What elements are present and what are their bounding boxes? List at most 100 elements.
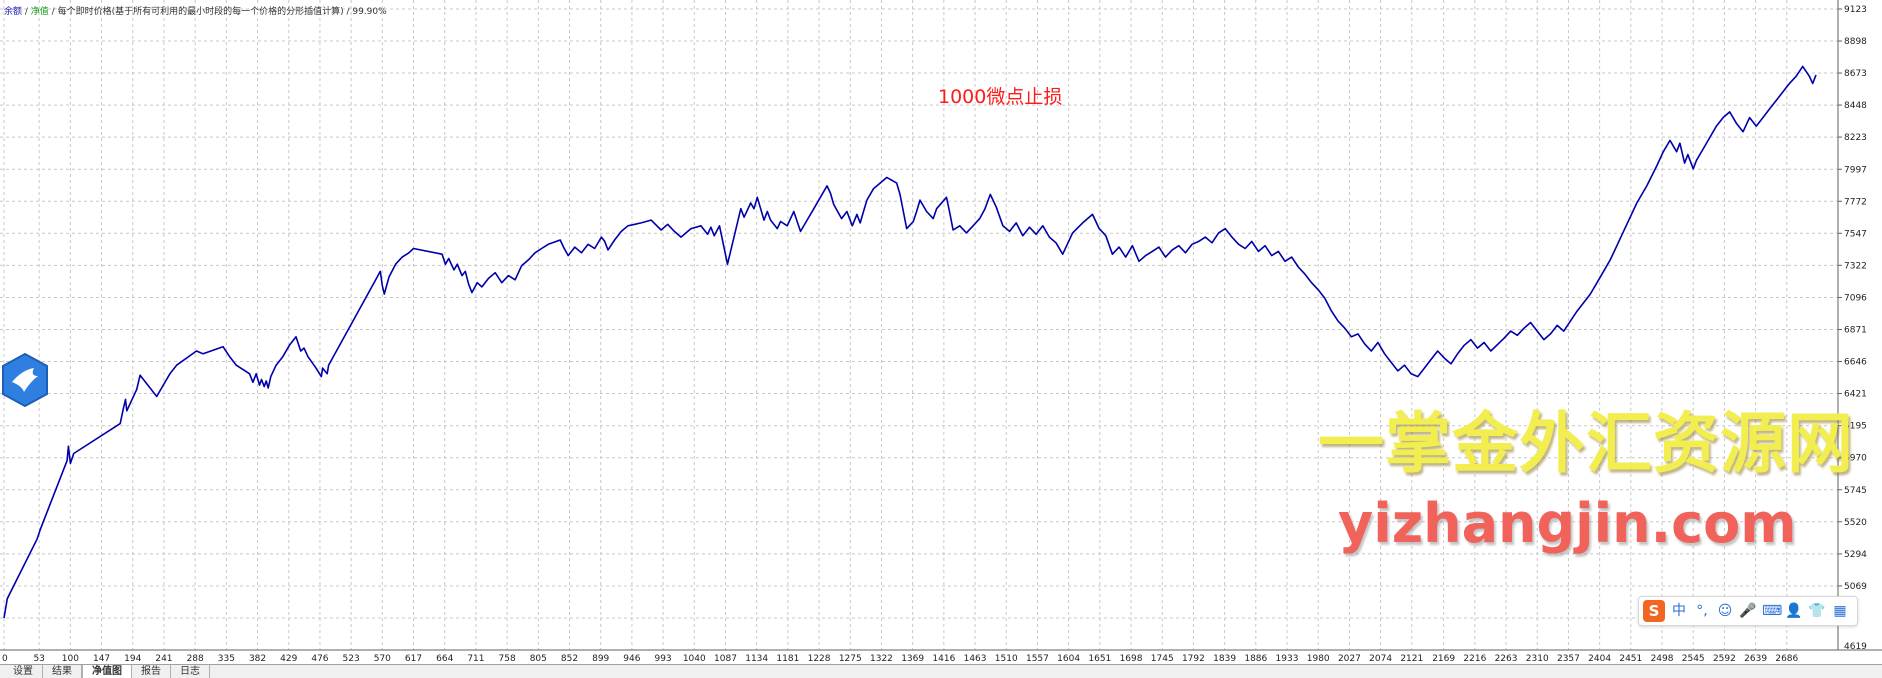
y-tick-label: 7096 — [1844, 293, 1867, 303]
y-tick-label: 5069 — [1844, 582, 1867, 592]
header-sep-2: / — [48, 7, 58, 17]
x-tick-label: 2592 — [1713, 654, 1736, 664]
modeling-quality: 99.90% — [352, 7, 387, 17]
x-tick-label: 1933 — [1276, 654, 1299, 664]
x-tick-label: 805 — [530, 654, 547, 664]
y-tick-label: 7997 — [1844, 165, 1867, 175]
x-tick-label: 1040 — [683, 654, 706, 664]
microphone-icon[interactable]: 🎤 — [1739, 600, 1757, 622]
x-tick-label: 664 — [436, 654, 453, 664]
tab-settings[interactable]: 设置 — [4, 665, 43, 678]
x-tick-label: 2263 — [1495, 654, 1518, 664]
x-tick-label: 2074 — [1369, 654, 1392, 664]
x-tick-label: 1181 — [776, 654, 799, 664]
x-tick-label: 147 — [93, 654, 110, 664]
tab-report[interactable]: 报告 — [132, 665, 171, 678]
y-tick-label: 7772 — [1844, 197, 1867, 207]
x-tick-label: 429 — [280, 654, 297, 664]
x-tick-label: 241 — [155, 654, 172, 664]
x-tick-label: 523 — [343, 654, 360, 664]
x-tick-label: 1134 — [745, 654, 768, 664]
x-tick-label: 1792 — [1182, 654, 1205, 664]
x-tick-label: 1557 — [1026, 654, 1049, 664]
x-tick-label: 382 — [249, 654, 266, 664]
tab-journal[interactable]: 日志 — [171, 665, 210, 678]
punctuation-icon[interactable]: °, — [1693, 600, 1711, 622]
x-tick-label: 1275 — [839, 654, 862, 664]
x-tick-label: 288 — [187, 654, 204, 664]
x-tick-label: 899 — [592, 654, 609, 664]
tester-tab-bar: 设置 结果 净值图 报告 日志 — [0, 664, 1882, 678]
model-description: 每个即时价格(基于所有可利用的最小时段的每一个价格的分形插值计算) — [57, 7, 344, 17]
x-tick-label: 2451 — [1619, 654, 1642, 664]
x-tick-label: 852 — [561, 654, 578, 664]
balance-legend: 余额 — [4, 7, 23, 17]
sogou-logo-icon[interactable]: S — [1643, 600, 1665, 622]
x-tick-label: 2310 — [1526, 654, 1549, 664]
y-tick-label: 7322 — [1844, 261, 1867, 271]
x-tick-label: 476 — [311, 654, 328, 664]
x-tick-label: 617 — [405, 654, 422, 664]
x-tick-label: 1698 — [1120, 654, 1143, 664]
x-tick-label: 1604 — [1057, 654, 1080, 664]
x-tick-label: 335 — [218, 654, 235, 664]
watermark-url: yizhangjin.com — [1338, 492, 1797, 555]
x-tick-label: 1463 — [964, 654, 987, 664]
y-tick-label: 5294 — [1844, 550, 1867, 560]
y-tick-label: 8448 — [1844, 101, 1867, 111]
x-tick-label: 946 — [623, 654, 640, 664]
chinese-mode-icon[interactable]: 中 — [1670, 600, 1688, 622]
y-tick-label: 9123 — [1844, 5, 1867, 15]
x-tick-label: 1886 — [1244, 654, 1267, 664]
x-tick-label: 2639 — [1744, 654, 1767, 664]
y-tick-label: 4619 — [1844, 642, 1867, 652]
y-tick-labels: 9123 8898 8673 8448 8223 7997 7772 7547 7322 7096… — [1838, 5, 1867, 652]
x-tick-label: 2498 — [1651, 654, 1674, 664]
keyboard-icon[interactable]: ⌨ — [1762, 600, 1782, 622]
equity-legend: 净值 — [30, 7, 49, 17]
chart-header: 余额 / 净值 / 每个即时价格(基于所有可利用的最小时段的每一个价格的分形插值… — [4, 4, 387, 17]
skin-icon[interactable]: 👕 — [1808, 600, 1826, 622]
x-tick-label: 1745 — [1151, 654, 1174, 664]
grid-menu-icon[interactable]: ▦ — [1831, 600, 1849, 622]
x-tick-label: 2545 — [1682, 654, 1705, 664]
x-tick-label: 2169 — [1432, 654, 1455, 664]
x-tick-label: 2686 — [1775, 654, 1798, 664]
ime-toolbar[interactable]: S 中 °, ☺ 🎤 ⌨ 👤 👕 ▦ — [1638, 596, 1858, 626]
emoji-icon[interactable]: ☺ — [1716, 600, 1734, 622]
x-tick-label: 758 — [499, 654, 516, 664]
x-tick-label: 1416 — [932, 654, 955, 664]
tab-results[interactable]: 结果 — [43, 665, 82, 678]
x-tick-label: 0 — [2, 654, 8, 664]
x-tick-label: 1369 — [901, 654, 924, 664]
x-tick-label: 1087 — [714, 654, 737, 664]
dove-logo-icon[interactable] — [0, 352, 50, 408]
y-tick-label: 8223 — [1844, 133, 1867, 143]
x-tick-label: 993 — [654, 654, 671, 664]
y-tick-label: 5745 — [1844, 486, 1867, 496]
x-tick-label: 1980 — [1307, 654, 1330, 664]
x-tick-labels: 0 53 100 147 194 241 288 335 382 429 476 523 570 617 6… — [2, 654, 1799, 664]
y-tick-label: 7547 — [1844, 229, 1867, 239]
user-icon[interactable]: 👤 — [1785, 600, 1803, 622]
x-tick-label: 1322 — [870, 654, 893, 664]
x-tick-label: 1228 — [808, 654, 831, 664]
x-tick-label: 2357 — [1557, 654, 1580, 664]
watermark-chinese: 一掌金外汇资源网 — [1318, 405, 1854, 482]
header-sep-1: / — [22, 7, 31, 17]
x-tick-label: 53 — [33, 654, 44, 664]
x-tick-label: 1510 — [995, 654, 1018, 664]
x-tick-label: 711 — [467, 654, 484, 664]
x-tick-label: 194 — [124, 654, 141, 664]
x-tick-label: 1839 — [1213, 654, 1236, 664]
x-tick-label: 2121 — [1400, 654, 1423, 664]
x-tick-label: 570 — [374, 654, 391, 664]
tab-equity-graph[interactable]: 净值图 — [82, 665, 132, 678]
y-tick-label: 8898 — [1844, 37, 1867, 47]
x-tick-label: 1651 — [1088, 654, 1111, 664]
y-tick-label: 6871 — [1844, 326, 1867, 336]
x-tick-label: 2216 — [1463, 654, 1486, 664]
x-tick-label: 100 — [62, 654, 79, 664]
x-tick-label: 2404 — [1588, 654, 1611, 664]
y-tick-label: 6646 — [1844, 358, 1867, 368]
